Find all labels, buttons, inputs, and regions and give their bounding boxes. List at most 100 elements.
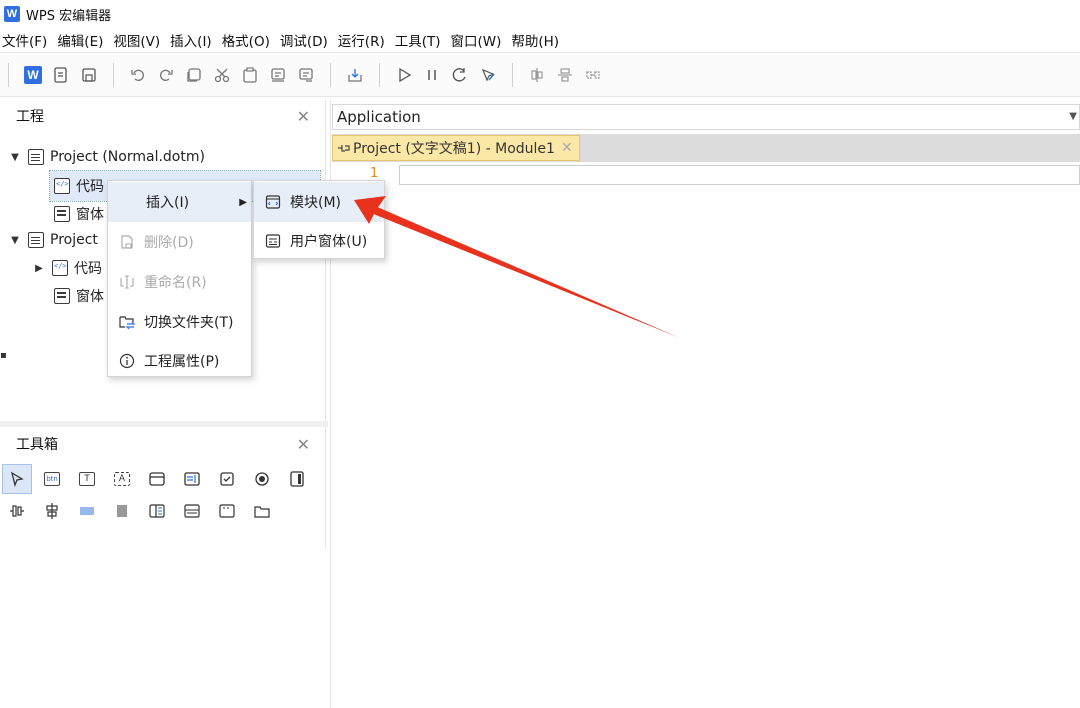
toolbar-separator	[379, 62, 380, 87]
tabstrip-tool-icon[interactable]	[247, 496, 277, 526]
distribute-icon[interactable]	[579, 61, 607, 89]
tree-item-label: 代码	[74, 261, 102, 277]
toolbar-separator	[8, 62, 9, 87]
label-tool-icon[interactable]: A	[107, 464, 137, 494]
close-icon[interactable]: ✕	[297, 107, 310, 126]
project-icon	[28, 149, 44, 165]
insert-submenu: 模块(M) 用户窗体(U)	[253, 180, 385, 259]
chevron-down-icon[interactable]: ▼	[1069, 111, 1077, 122]
pointer-tool-icon[interactable]	[2, 464, 32, 494]
uncomment-icon[interactable]	[292, 61, 320, 89]
info-icon	[118, 352, 136, 370]
tab-label: Project (文字文稿1) - Module1	[353, 141, 555, 157]
userform-icon	[264, 232, 282, 250]
image-tool-icon[interactable]	[212, 496, 242, 526]
menu-item-label: 工程属性(P)	[144, 354, 220, 370]
spin-tool-icon[interactable]	[2, 496, 32, 526]
menu-format[interactable]: 格式(O)	[222, 30, 270, 50]
tree-item-label: 窗体	[76, 207, 104, 223]
menu-window[interactable]: 窗口(W)	[451, 30, 502, 50]
cut-icon[interactable]	[208, 61, 236, 89]
textbox-tool-icon[interactable]: T	[72, 464, 102, 494]
tree-item-label: 窗体	[76, 289, 104, 305]
button-tool-icon[interactable]: btn	[37, 464, 67, 494]
menu-debug[interactable]: 调试(D)	[280, 30, 328, 50]
redo-icon[interactable]	[152, 61, 180, 89]
toolbox-grid: btn T A	[2, 464, 312, 528]
toolbar-separator	[113, 62, 114, 87]
toggle-tool-icon[interactable]	[282, 464, 312, 494]
project-icon	[28, 232, 44, 248]
code-editor-area[interactable]	[330, 99, 1080, 708]
vscroll-tool-icon[interactable]	[107, 496, 137, 526]
expand-arrow-icon[interactable]: ▶	[32, 263, 46, 274]
pause-icon[interactable]	[418, 61, 446, 89]
close-icon[interactable]: ✕	[297, 435, 310, 454]
context-menu-toggle-folder[interactable]: 切换文件夹(T)	[108, 302, 251, 342]
paste-icon[interactable]	[236, 61, 264, 89]
edge-marker: ▪	[0, 350, 7, 362]
menu-item-label: 重命名(R)	[144, 275, 207, 291]
menu-bar: 文件(F) 编辑(E) 视图(V) 插入(I) 格式(O) 调试(D) 运行(R…	[0, 28, 1080, 52]
tab-module1[interactable]: Project (文字文稿1) - Module1 ✕	[332, 135, 580, 161]
menu-item-label: 切换文件夹(T)	[144, 315, 234, 331]
save-icon[interactable]	[75, 61, 103, 89]
form-icon	[54, 288, 70, 304]
title-bar: W WPS 宏编辑器	[0, 0, 1080, 28]
menu-help[interactable]: 帮助(H)	[511, 30, 559, 50]
align-vertical-icon[interactable]	[523, 61, 551, 89]
context-menu: 插入(I) ▶ 删除(D) 重命名(R) 切换文件夹(T) 工程属性(P)	[107, 180, 252, 377]
menu-run[interactable]: 运行(R)	[338, 30, 385, 50]
context-menu-delete[interactable]: 删除(D)	[108, 222, 251, 262]
checkbox-tool-icon[interactable]	[212, 464, 242, 494]
undo-icon[interactable]	[124, 61, 152, 89]
hscroll-tool-icon[interactable]	[72, 496, 102, 526]
module-insert-icon[interactable]	[47, 61, 75, 89]
close-icon[interactable]: ✕	[561, 140, 573, 156]
delete-icon	[118, 233, 136, 251]
menu-insert[interactable]: 插入(I)	[170, 30, 212, 50]
word-icon[interactable]: W	[19, 61, 47, 89]
menu-item-label: 模块(M)	[290, 195, 342, 211]
combo-tool-icon[interactable]	[177, 496, 207, 526]
multipage-tool-icon[interactable]	[142, 496, 172, 526]
code-line-input[interactable]	[399, 165, 1080, 185]
scroll-tool-icon[interactable]	[37, 496, 67, 526]
menu-edit[interactable]: 编辑(E)	[57, 30, 103, 50]
listbox-tool-icon[interactable]	[177, 464, 207, 494]
word-badge: W	[24, 65, 42, 84]
context-menu-project-properties[interactable]: 工程属性(P)	[108, 341, 251, 381]
tree-item-code-folder-2[interactable]: ▶ 代码	[32, 253, 102, 283]
tree-item-project-normal[interactable]: ▼ Project (Normal.dotm)	[8, 142, 205, 172]
line-number: 1	[370, 166, 379, 181]
reset-icon[interactable]	[446, 61, 474, 89]
copy-window-icon[interactable]	[180, 61, 208, 89]
design-mode-icon[interactable]	[474, 61, 502, 89]
submenu-module[interactable]: 模块(M)	[254, 182, 384, 222]
submenu-userform[interactable]: 用户窗体(U)	[254, 221, 384, 261]
code-icon	[52, 260, 68, 276]
context-menu-insert[interactable]: 插入(I) ▶	[108, 182, 251, 222]
menu-tools[interactable]: 工具(T)	[395, 30, 441, 50]
tree-item-project-doc[interactable]: ▼ Project	[8, 225, 98, 255]
comment-icon[interactable]	[264, 61, 292, 89]
toolbar-separator	[330, 62, 331, 87]
menu-file[interactable]: 文件(F)	[2, 30, 47, 50]
frame-tool-icon[interactable]	[142, 464, 172, 494]
tree-item-label: Project	[50, 232, 98, 248]
window-title: WPS 宏编辑器	[26, 8, 112, 24]
menu-view[interactable]: 视图(V)	[113, 30, 160, 50]
tree-item-label: Project (Normal.dotm)	[50, 149, 205, 165]
align-horizontal-icon[interactable]	[551, 61, 579, 89]
tree-item-form-folder-2[interactable]: 窗体	[54, 281, 104, 311]
toggle-folder-icon	[118, 313, 136, 331]
run-icon[interactable]	[390, 61, 418, 89]
toolbox-panel: 工具箱 ✕ btn T A	[2, 427, 326, 549]
export-icon[interactable]	[341, 61, 369, 89]
object-dropdown[interactable]: Application ▼	[332, 104, 1080, 130]
expand-arrow-icon[interactable]: ▼	[8, 152, 22, 163]
radio-tool-icon[interactable]	[247, 464, 277, 494]
expand-arrow-icon[interactable]: ▼	[8, 235, 22, 246]
menu-item-label: 删除(D)	[144, 235, 194, 251]
context-menu-rename[interactable]: 重命名(R)	[108, 262, 251, 302]
